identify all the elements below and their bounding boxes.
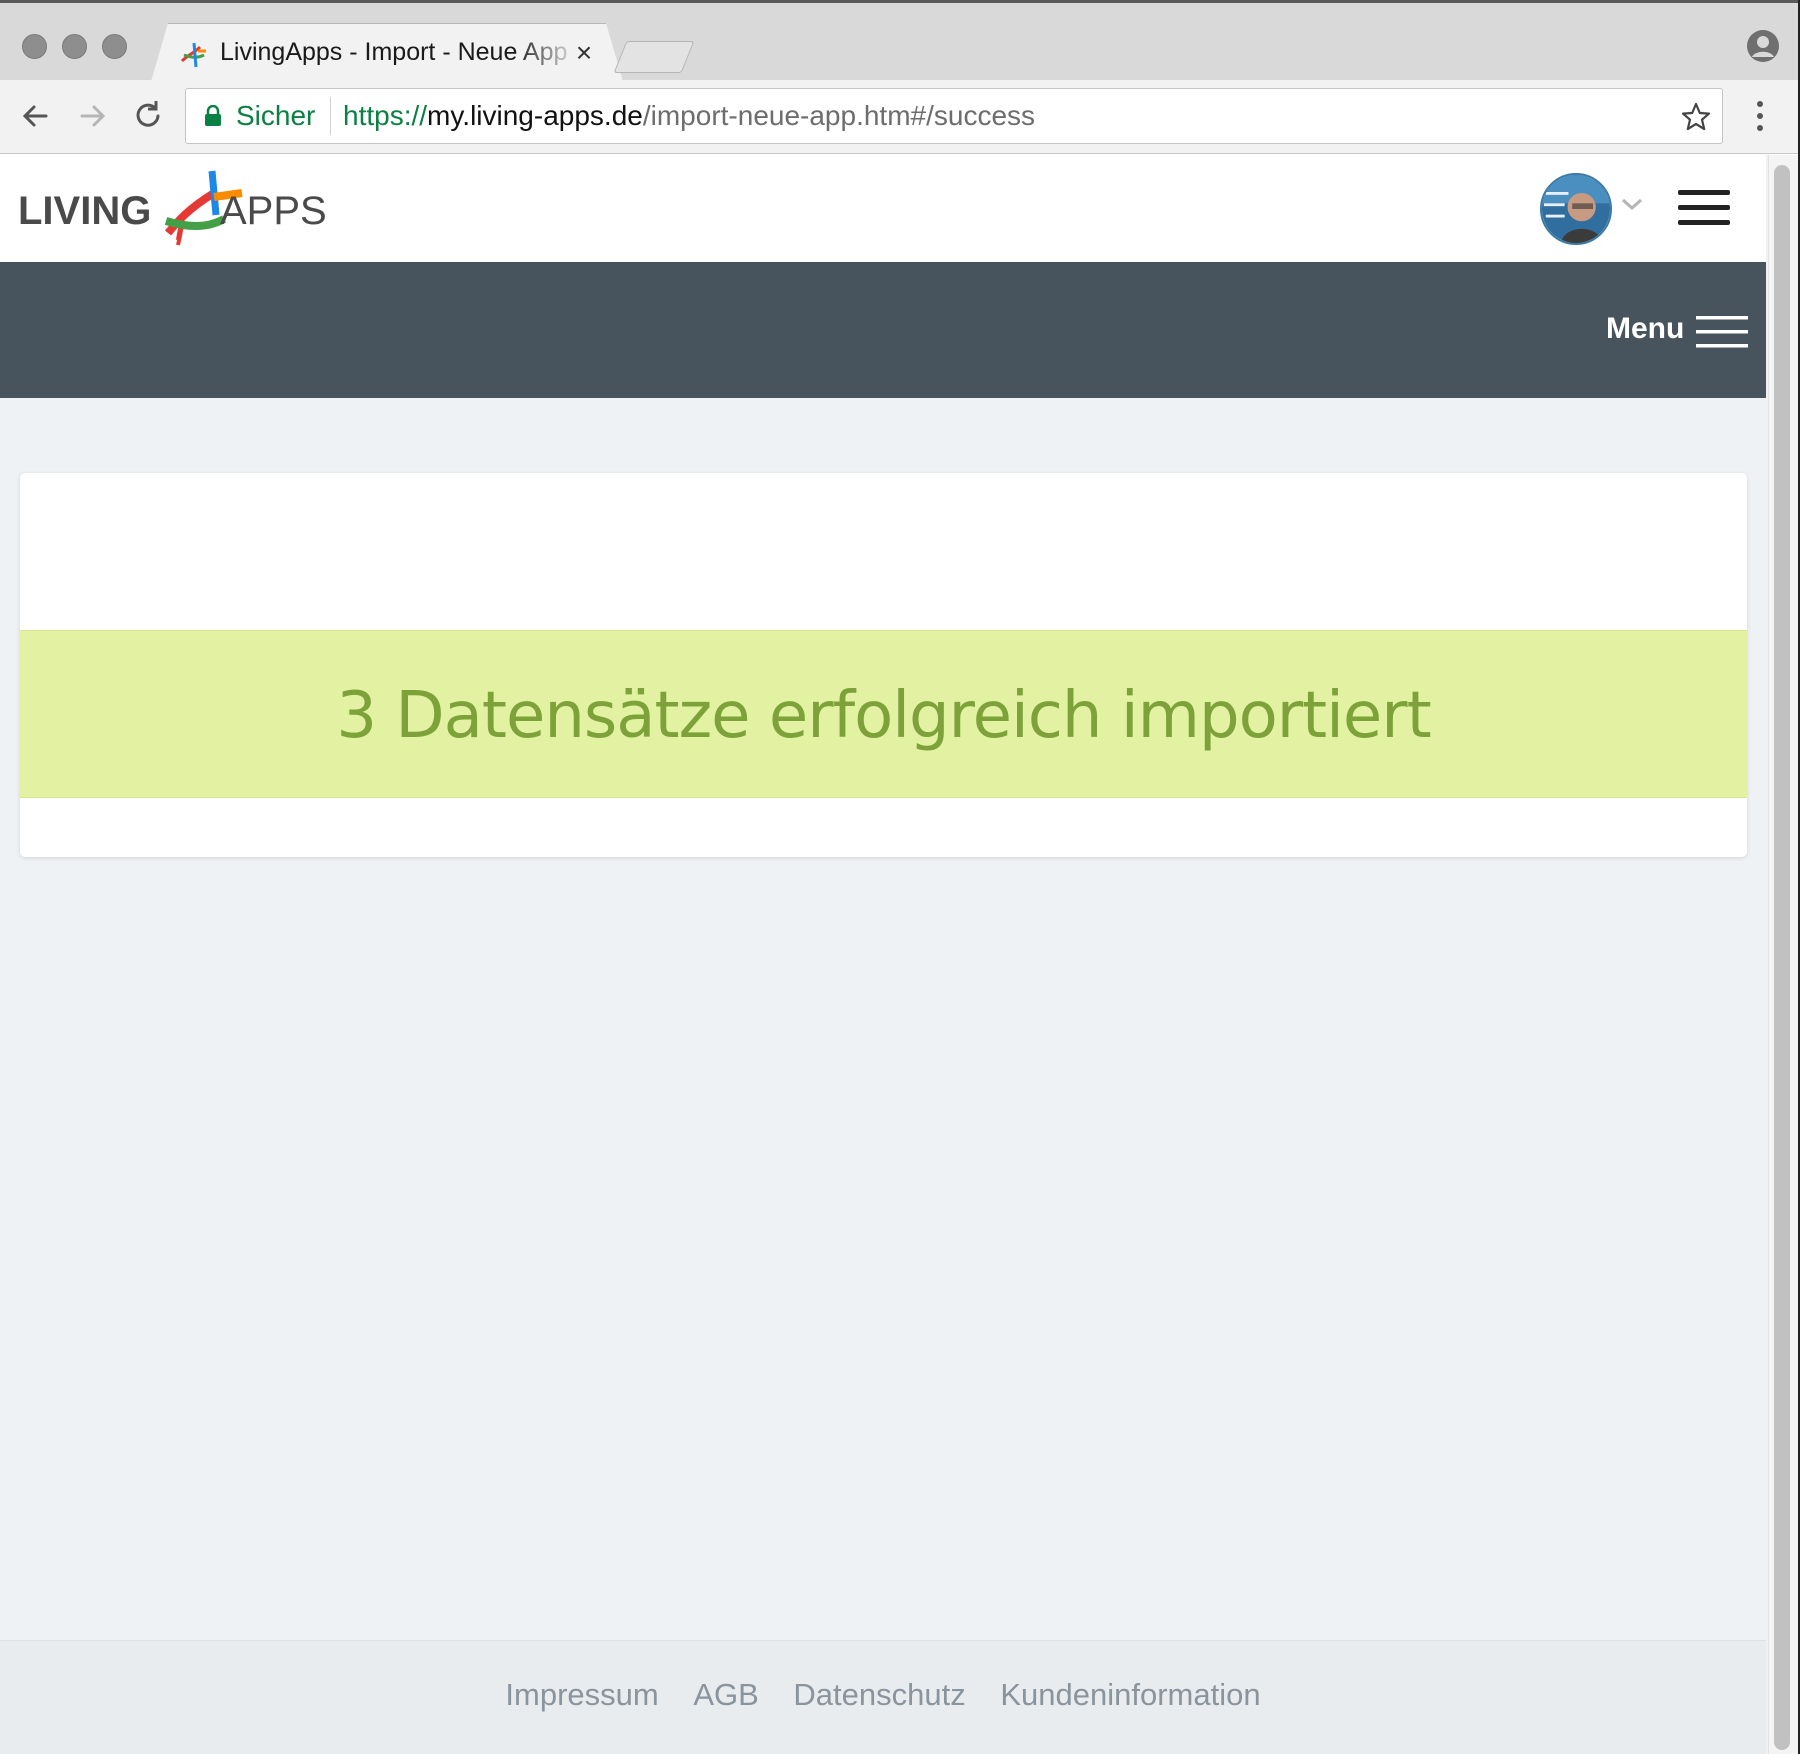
browser-window: LivingApps - Import - Neue App × Sicher … (0, 0, 1800, 1754)
user-avatar[interactable] (1540, 173, 1612, 245)
svg-text:APPS: APPS (220, 189, 327, 233)
footer-link-agb[interactable]: AGB (693, 1677, 758, 1712)
footer-link-impressum[interactable]: Impressum (505, 1677, 658, 1712)
reload-icon[interactable] (128, 96, 168, 136)
success-message: 3 Datensätze erfolgreich importiert (336, 679, 1431, 753)
menu-label[interactable]: Menu (1606, 312, 1684, 346)
browser-toolbar: Sicher https://my.living-apps.de/import-… (0, 80, 1798, 154)
success-banner: 3 Datensätze erfolgreich importiert (20, 630, 1747, 798)
footer-links: Impressum AGB Datenschutz Kundeninformat… (0, 1677, 1766, 1713)
user-avatar-image (1542, 175, 1610, 243)
page-footer: Impressum AGB Datenschutz Kundeninformat… (0, 1640, 1766, 1754)
address-bar[interactable]: Sicher https://my.living-apps.de/import-… (185, 88, 1723, 144)
profile-icon[interactable] (1746, 29, 1780, 63)
footer-link-kundeninformation[interactable]: Kundeninformation (1000, 1677, 1260, 1712)
livingapps-favicon-icon (180, 42, 206, 68)
chevron-down-icon[interactable] (1620, 195, 1644, 213)
tab-close-icon[interactable]: × (570, 35, 598, 71)
url-path: /import-neue-app.htm#/success (642, 100, 1036, 131)
url-text[interactable]: https://my.living-apps.de/import-neue-ap… (343, 100, 1035, 132)
security-label: Sicher (236, 100, 316, 131)
import-result-card: 3 Datensätze erfolgreich importiert (20, 473, 1747, 857)
livingapps-logo[interactable]: LIVING APPS (18, 165, 338, 253)
lock-icon (205, 105, 221, 126)
zoom-window-button[interactable] (102, 34, 127, 59)
url-host: my.living-apps.de (427, 100, 643, 131)
browser-menu-icon[interactable] (1752, 98, 1768, 136)
url-scheme: https:// (343, 100, 428, 131)
svg-text:LIVING: LIVING (18, 189, 151, 233)
back-arrow-icon[interactable] (16, 96, 56, 136)
app-header: LIVING APPS (0, 155, 1766, 262)
scrollbar-thumb[interactable] (1774, 165, 1790, 1750)
forward-arrow-icon[interactable] (72, 96, 112, 136)
footer-link-datenschutz[interactable]: Datenschutz (793, 1677, 965, 1712)
new-tab-button[interactable] (613, 41, 695, 73)
tab-strip: LivingApps - Import - Neue App × (0, 0, 1798, 80)
close-window-button[interactable] (22, 34, 47, 59)
tab-title: LivingApps - Import - Neue App (220, 38, 568, 66)
omnibox-divider (330, 97, 331, 135)
minimize-window-button[interactable] (62, 34, 87, 59)
page-viewport: LIVING APPS Menu 3 Datensätze erfolgreic… (0, 155, 1798, 1754)
bookmark-star-icon[interactable] (1680, 101, 1712, 133)
menu-hamburger-icon[interactable] (1696, 314, 1748, 350)
app-menubar: Menu (0, 262, 1766, 398)
hamburger-menu-icon[interactable] (1676, 185, 1732, 231)
